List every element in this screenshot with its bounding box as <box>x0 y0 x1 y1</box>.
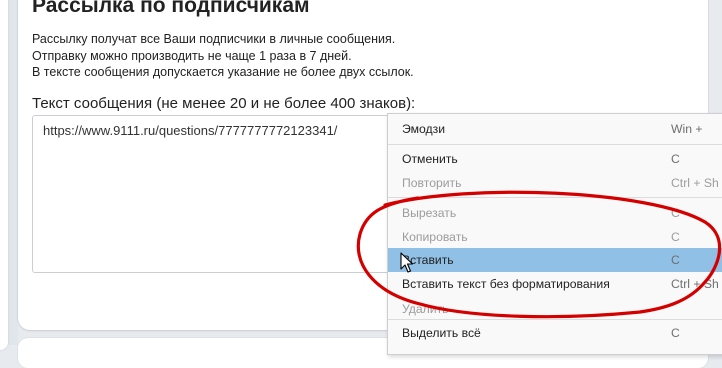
menu-separator <box>388 319 722 320</box>
menu-item-label: Вставить текст без форматирования <box>402 277 610 291</box>
mailing-description: Рассылку получат все Ваши подписчики в л… <box>32 31 414 81</box>
menu-item-label: Копировать <box>402 230 468 244</box>
page-title: Рассылка по подписчикам <box>32 0 310 17</box>
menu-item-label: Отменить <box>402 152 458 166</box>
menu-item-label: Вырезать <box>402 206 457 220</box>
menu-item-shortcut: Ctrl + Sh <box>671 277 719 291</box>
menu-item-label: Выделить всё <box>402 326 481 340</box>
message-text-value: https://www.9111.ru/questions/7777777772… <box>43 123 338 138</box>
menu-item-label: Повторить <box>402 176 462 190</box>
menu-item-emoji[interactable]: Эмодзи Win + <box>388 117 722 141</box>
menu-item-shortcut: Win + <box>671 122 703 136</box>
menu-item-shortcut: C <box>671 230 680 244</box>
left-panel-edge <box>0 0 8 350</box>
menu-item-select-all[interactable]: Выделить всё C <box>388 321 722 345</box>
menu-item-undo[interactable]: Отменить C <box>388 147 722 171</box>
menu-separator <box>388 197 722 198</box>
menu-item-copy[interactable]: Копировать C <box>388 225 722 249</box>
mouse-cursor-icon <box>400 252 414 273</box>
menu-item-paste[interactable]: Вставить C <box>388 248 722 272</box>
menu-separator <box>388 144 722 145</box>
menu-item-shortcut: C <box>671 152 680 166</box>
description-line: Рассылку получат все Ваши подписчики в л… <box>32 32 396 46</box>
menu-item-cut[interactable]: Вырезать C <box>388 201 722 225</box>
menu-item-shortcut: Ctrl + Sh <box>671 176 719 190</box>
menu-item-shortcut: C <box>671 326 680 340</box>
menu-item-delete[interactable]: Удалить <box>388 297 722 321</box>
menu-item-shortcut: C <box>671 253 680 267</box>
description-line: Отправку можно производить не чаще 1 раз… <box>32 48 352 63</box>
menu-item-shortcut: C <box>671 206 680 220</box>
description-line: В тексте сообщения допускается указание … <box>32 65 414 79</box>
context-menu: Эмодзи Win + Отменить C Повторить Ctrl +… <box>387 113 722 355</box>
menu-item-redo[interactable]: Повторить Ctrl + Sh <box>388 171 722 195</box>
menu-item-label: Эмодзи <box>402 122 446 136</box>
message-field-label: Текст сообщения (не менее 20 и не более … <box>32 95 416 112</box>
menu-item-paste-plain-text[interactable]: Вставить текст без форматирования Ctrl +… <box>388 272 722 296</box>
menu-item-label: Удалить <box>402 302 449 316</box>
